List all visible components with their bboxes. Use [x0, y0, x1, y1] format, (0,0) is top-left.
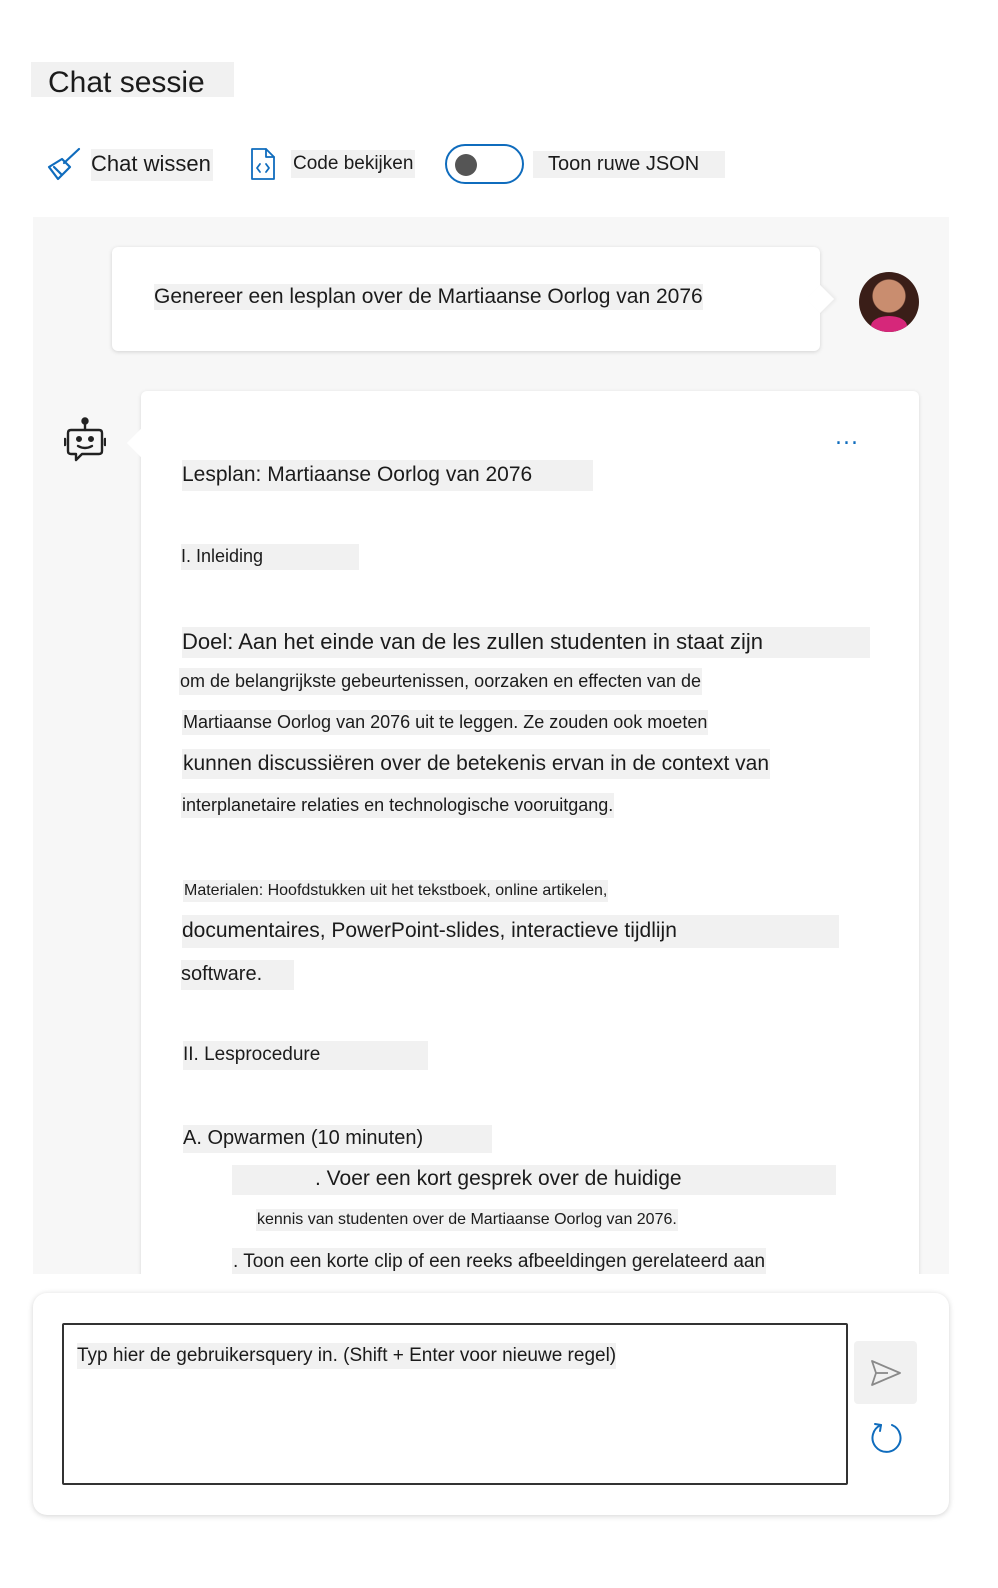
message-line: Martiaanse Oorlog van 2076 uit te leggen… — [182, 710, 709, 735]
input-card: Typ hier de gebruikersquery in. (Shift +… — [33, 1293, 949, 1515]
view-code-label: Code bekijken — [291, 150, 416, 178]
user-message-bubble: Genereer een lesplan over de Martiaanse … — [112, 247, 820, 351]
message-line: kunnen discussiëren over de betekenis er… — [182, 749, 771, 779]
refresh-icon — [868, 1420, 904, 1456]
toggle-knob — [455, 154, 477, 176]
message-line: II. Lesprocedure — [183, 1041, 428, 1070]
clear-chat-button[interactable]: Chat wissen — [46, 147, 213, 183]
more-options-icon[interactable]: ... — [835, 425, 859, 450]
message-line: A. Opwarmen (10 minuten) — [183, 1125, 492, 1153]
raw-json-toggle[interactable] — [445, 144, 524, 184]
raw-json-label: Toon ruwe JSON — [533, 151, 725, 178]
chat-area[interactable]: Genereer een lesplan over de Martiaanse … — [33, 217, 949, 1274]
toggle-switch[interactable] — [445, 144, 524, 184]
bot-icon — [63, 417, 107, 471]
message-line: . Toon een korte clip of een reeks afbee… — [232, 1248, 767, 1274]
message-line: software. — [181, 960, 294, 990]
page-title-box: Chat sessie — [31, 62, 234, 99]
assistant-message-bubble: ... Lesplan: Martiaanse Oorlog van 2076 … — [141, 391, 919, 1274]
message-line: interplanetaire relaties en technologisc… — [181, 793, 615, 818]
send-icon — [870, 1359, 902, 1387]
broom-icon — [46, 147, 82, 183]
message-line: Doel: Aan het einde van de les zullen st… — [182, 627, 870, 658]
message-line: Materialen: Hoofdstukken uit het tekstbo… — [183, 880, 609, 902]
query-input[interactable]: Typ hier de gebruikersquery in. (Shift +… — [62, 1323, 848, 1485]
page-title: Chat sessie — [48, 66, 205, 99]
message-line: documentaires, PowerPoint-slides, intera… — [182, 915, 839, 948]
message-line: kennis van studenten over de Martiaanse … — [256, 1209, 678, 1231]
reset-button[interactable] — [866, 1418, 906, 1458]
message-line: I. Inleiding — [181, 544, 359, 570]
send-button[interactable] — [854, 1341, 917, 1404]
user-avatar — [859, 272, 919, 332]
code-file-icon — [249, 147, 277, 181]
clear-chat-label: Chat wissen — [91, 149, 213, 181]
message-line: Lesplan: Martiaanse Oorlog van 2076 — [182, 460, 593, 491]
message-line: . Voer een kort gesprek over de huidige — [232, 1165, 836, 1195]
query-placeholder: Typ hier de gebruikersquery in. (Shift +… — [77, 1343, 617, 1369]
view-code-button[interactable]: Code bekijken — [249, 147, 416, 181]
message-line: om de belangrijkste gebeurtenissen, oorz… — [179, 668, 703, 695]
user-message-text: Genereer een lesplan over de Martiaanse … — [154, 284, 703, 310]
